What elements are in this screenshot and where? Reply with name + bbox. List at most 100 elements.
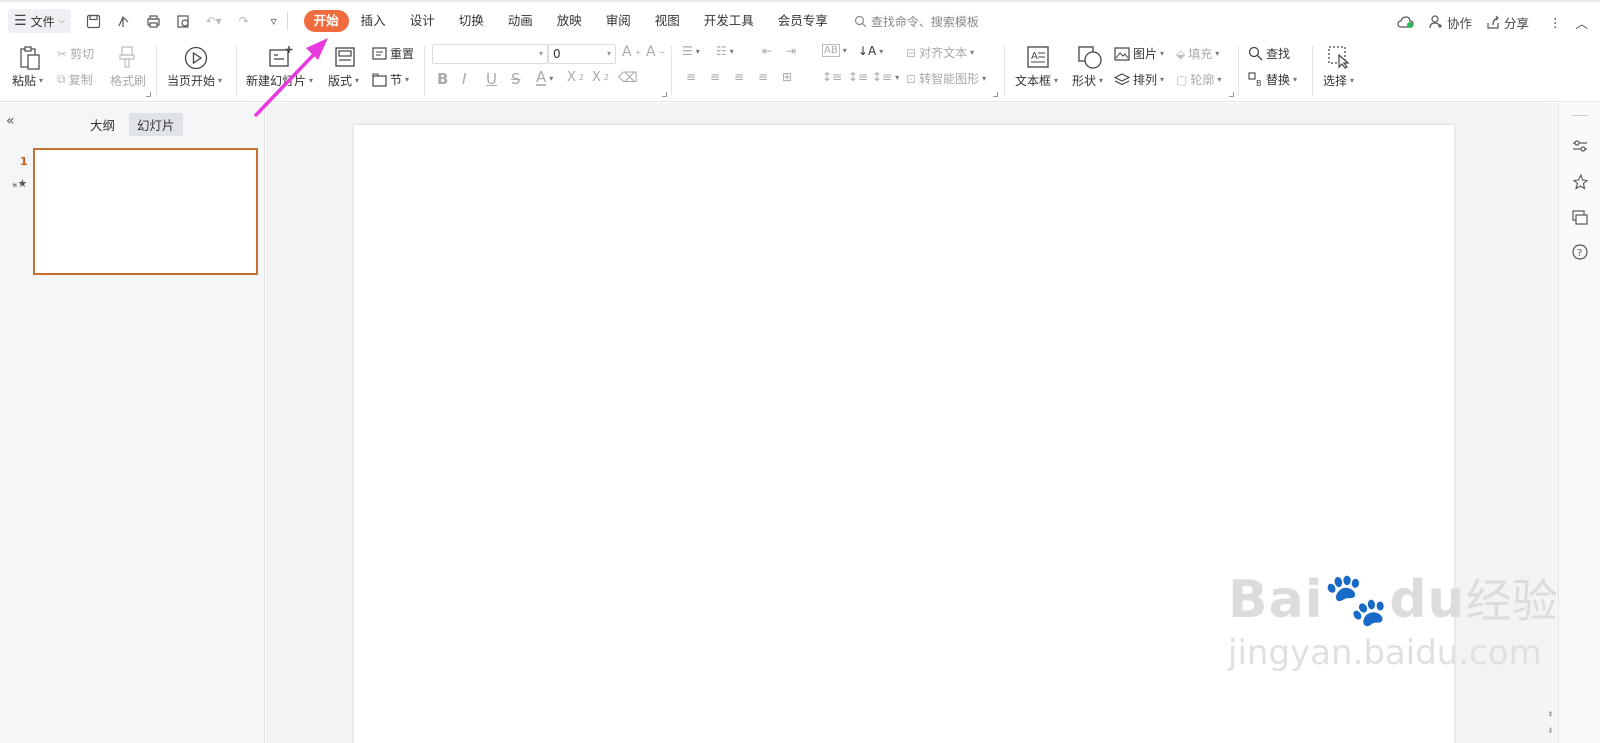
properties-icon[interactable] [1571,137,1589,155]
tab-view[interactable]: 视图 [643,10,692,32]
drawing-group-launcher[interactable] [1229,92,1234,97]
collapse-panel-icon[interactable]: « [6,113,15,129]
save-icon[interactable] [85,12,103,30]
play-from-current-button[interactable]: 当页开始 ▾ [167,72,222,89]
scroll-down-icon[interactable]: ⇟ [1547,726,1554,735]
tab-member[interactable]: 会员专享 [766,10,840,32]
tab-slides[interactable]: 幻灯片 [129,113,183,136]
chevron-down-icon: ▾ [606,49,611,58]
reset-icon [372,46,387,61]
subscript-icon[interactable]: X2 [592,70,609,85]
align-right-icon[interactable]: ≡ [734,70,744,84]
increase-font-size-icon[interactable]: A + [622,44,641,60]
tab-developer[interactable]: 开发工具 [692,10,766,32]
scroll-up-icon[interactable]: ⇞ [1547,710,1554,719]
copy-button[interactable]: ⧉ 复制 [57,71,93,88]
bullets-icon[interactable]: ☰ ▾ [682,44,700,58]
file-menu-button[interactable]: ☰ 文件 ⌵ [8,9,71,33]
cut-button[interactable]: ✂ 剪切 [57,45,94,62]
more-options-icon[interactable]: ⋮ [1549,15,1562,30]
font-family-select[interactable]: ▾ [432,44,548,64]
find-button[interactable]: 查找 [1248,45,1290,62]
layers-icon [1114,72,1130,87]
select-button[interactable]: 选择 ▾ [1323,72,1354,89]
tab-outline[interactable]: 大纲 [82,113,123,136]
shape-button[interactable]: 形状 ▾ [1072,72,1103,89]
superscript-icon[interactable]: X2 [567,70,584,85]
clipboard-group-launcher[interactable] [146,92,151,97]
fill-button[interactable]: ⬙ 填充 ▾ [1176,45,1219,62]
copy-label: 复制 [68,73,93,87]
numbering-icon[interactable]: ☷ ▾ [716,44,734,58]
new-slide-button[interactable]: 新建幻灯片 ▾ [246,72,313,89]
font-size-select[interactable]: 0 ▾ [548,44,616,64]
textbox-icon: A [1025,44,1051,70]
collapse-ribbon-icon[interactable]: ︿ [1575,13,1588,32]
share-button[interactable]: 分享 [1486,13,1529,32]
customize-toolbar-icon[interactable]: ▿ [265,12,283,30]
bold-icon[interactable]: B [437,70,448,88]
help-icon[interactable]: ? [1571,243,1589,261]
picture-button[interactable]: 图片 ▾ [1114,45,1164,62]
align-center-icon[interactable]: ≡ [710,70,720,84]
slide-thumbnail[interactable] [33,148,258,275]
outline-button[interactable]: ▢ 轮廓 ▾ [1176,71,1221,88]
chevron-down-icon: ▾ [1350,76,1355,85]
font-group-launcher[interactable] [662,92,667,97]
sort-icon[interactable]: ↓A ▾ [858,44,883,58]
collaborate-button[interactable]: 协作 [1429,13,1472,32]
line-spacing-icon[interactable]: ↕≡ [822,70,842,84]
clear-format-icon[interactable]: ⌫ [618,70,638,86]
select-icon [1326,44,1352,70]
underline-icon[interactable]: U [486,70,497,88]
layout-button[interactable]: 版式 ▾ [328,72,359,89]
chevron-down-icon: ▾ [218,76,223,85]
paragraph-group-launcher[interactable] [993,92,998,97]
replace-button[interactable]: B 替换 ▾ [1248,71,1297,88]
text-direction-icon[interactable]: AB ▾ [822,44,847,57]
search-icon [854,15,867,27]
redo-icon[interactable]: ↷ [235,12,253,30]
font-color-icon[interactable]: A ▾ [536,70,553,86]
tab-review[interactable]: 审阅 [594,10,643,32]
play-from-current-label: 当页开始 [167,74,216,88]
menu-bar: ☰ 文件 ⌵ ↶▾ ↷ ▿ 开始 插入 设计 切换 动画 放映 审阅 视图 开发… [0,0,1600,40]
paragraph-spacing-icon[interactable]: ↕≡ [848,70,868,84]
smartart-button[interactable]: ⊡ 转智能图形 ▾ [906,70,986,87]
slides-library-icon[interactable] [1571,209,1589,227]
search-icon [1248,46,1263,61]
tab-animations[interactable]: 动画 [496,10,545,32]
tab-transitions[interactable]: 切换 [447,10,496,32]
align-left-icon[interactable]: ≡ [686,70,696,84]
paste-icon[interactable] [16,44,44,72]
format-painter-button[interactable]: 格式刷 [110,72,146,89]
divider [1004,46,1005,96]
reset-button[interactable]: 重置 [372,45,414,62]
align-text-button[interactable]: ⊟ 对齐文本 ▾ [906,44,974,61]
print-preview-icon[interactable] [175,12,193,30]
section-button[interactable]: 节 ▾ [372,71,409,88]
textbox-button[interactable]: 文本框 ▾ [1015,72,1058,89]
export-icon[interactable] [115,12,133,30]
play-icon [183,45,209,71]
increase-indent-icon[interactable]: ⇥ [786,44,796,58]
spacing-options-icon[interactable]: ↕≡ ▾ [872,70,899,84]
italic-icon[interactable]: I [462,70,466,88]
decrease-indent-icon[interactable]: ⇤ [762,44,772,58]
tab-slideshow[interactable]: 放映 [545,10,594,32]
command-search[interactable]: 查找命令、搜索模板 [854,13,979,30]
distribute-icon[interactable]: ⊞ [782,70,792,84]
print-icon[interactable] [145,12,163,30]
paste-button[interactable]: 粘贴 ▾ [12,72,43,89]
star-magic-icon[interactable] [1571,173,1589,191]
decrease-font-size-icon[interactable]: A − [646,44,665,60]
tab-design[interactable]: 设计 [398,10,447,32]
svg-text:B: B [1256,79,1262,87]
arrange-button[interactable]: 排列 ▾ [1114,71,1164,88]
tab-home[interactable]: 开始 [303,10,349,32]
tab-insert[interactable]: 插入 [349,10,398,32]
cloud-sync-icon[interactable] [1397,15,1415,29]
undo-icon[interactable]: ↶▾ [205,12,223,30]
justify-icon[interactable]: ≡ [758,70,768,84]
strikethrough-icon[interactable]: S [511,70,521,88]
